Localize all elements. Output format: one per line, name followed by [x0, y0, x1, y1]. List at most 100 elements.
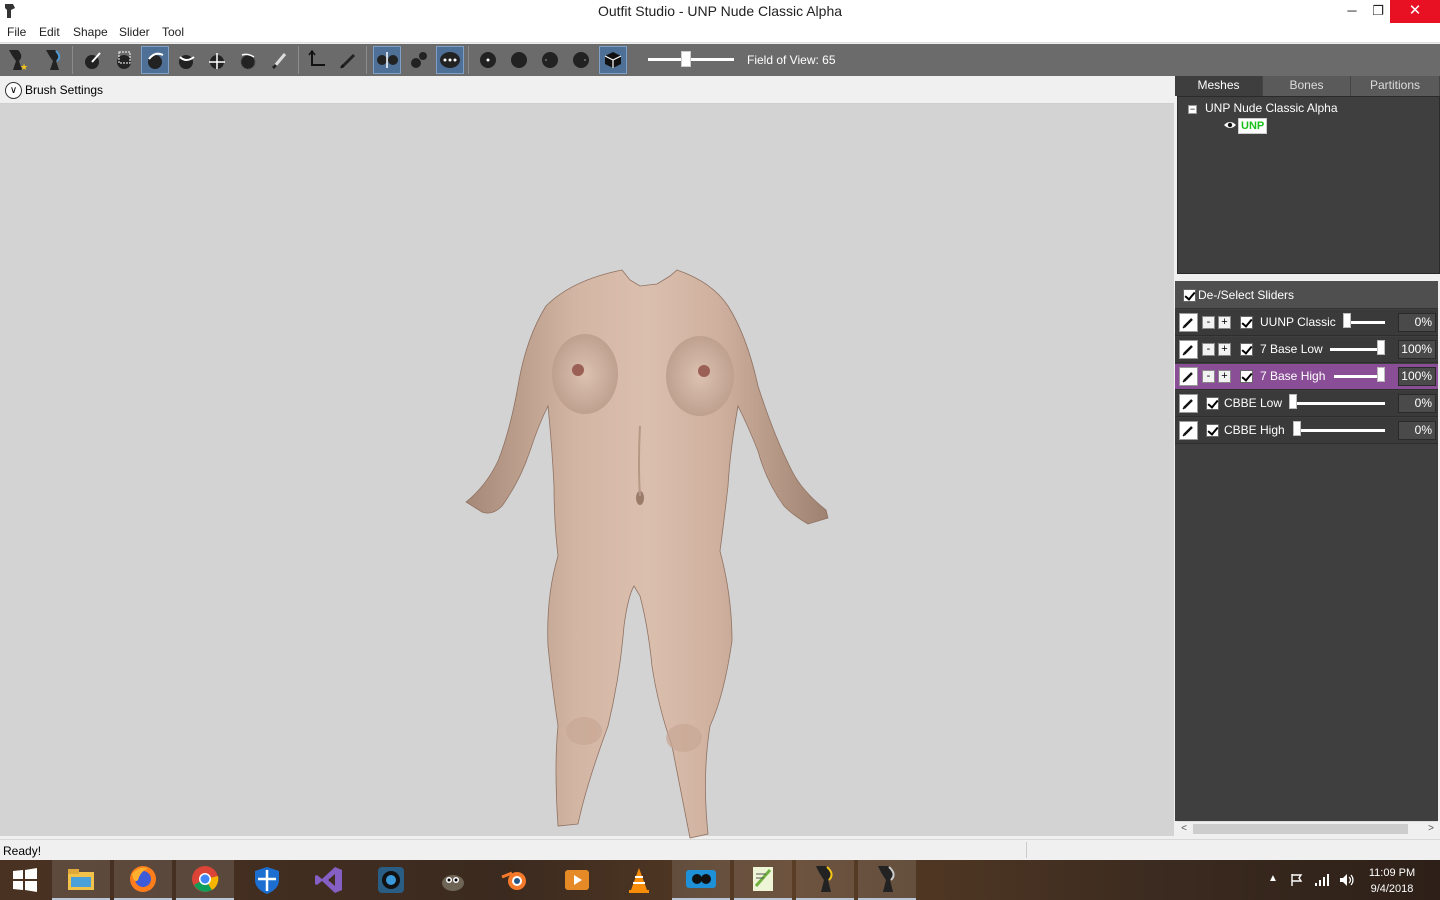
action-center-flag-icon[interactable] — [1290, 873, 1304, 887]
maximize-button[interactable]: ❐ — [1364, 0, 1392, 23]
slider-thumb[interactable] — [1377, 367, 1385, 382]
taskbar-gimp[interactable] — [424, 860, 482, 900]
tab-bones[interactable]: Bones — [1263, 76, 1351, 96]
menu-tool[interactable]: Tool — [162, 25, 184, 39]
slider-checkbox[interactable] — [1206, 397, 1219, 410]
3d-viewport[interactable]: ∨ Brush Settings — [0, 76, 1174, 839]
show-mask-button[interactable] — [599, 46, 627, 74]
x-mirror-button[interactable] — [373, 46, 401, 74]
slider-track[interactable] — [1289, 402, 1385, 405]
eye-icon[interactable] — [1223, 120, 1237, 130]
tab-partitions[interactable]: Partitions — [1351, 76, 1440, 96]
start-button[interactable] — [0, 860, 50, 900]
select-all-checkbox[interactable] — [1183, 289, 1196, 302]
slider-thumb[interactable] — [1293, 421, 1301, 436]
volume-icon[interactable] — [1339, 873, 1355, 887]
taskbar-firefox[interactable] — [114, 860, 172, 900]
taskbar-camera-app[interactable] — [362, 860, 420, 900]
taskbar-file-explorer[interactable] — [52, 860, 110, 900]
slider-checkbox[interactable] — [1240, 316, 1253, 329]
pivot-tool-button[interactable] — [334, 46, 362, 74]
smooth-brush-button[interactable] — [234, 46, 262, 74]
menu-edit[interactable]: Edit — [39, 25, 60, 39]
horizontal-scrollbar[interactable]: < > — [1177, 821, 1438, 835]
slider-value-field[interactable]: 100% — [1398, 340, 1436, 359]
close-button[interactable]: ✕ — [1390, 0, 1440, 23]
taskbar-visual-studio[interactable] — [300, 860, 358, 900]
connected-only-button[interactable] — [405, 46, 433, 74]
slider-row[interactable]: - +7 Base Low 100% — [1175, 337, 1438, 363]
network-icon[interactable] — [1314, 873, 1330, 887]
brush-settings-label[interactable]: Brush Settings — [25, 83, 103, 97]
taskbar-video-player[interactable] — [548, 860, 606, 900]
slider-decrement-button[interactable]: - — [1202, 370, 1215, 383]
slider-increment-button[interactable]: + — [1218, 343, 1231, 356]
show-wireframe-button[interactable] — [505, 46, 533, 74]
shield-icon — [255, 867, 279, 894]
tab-meshes[interactable]: Meshes — [1175, 76, 1263, 96]
edit-slider-button[interactable] — [1179, 421, 1198, 440]
transform-tool-button[interactable] — [303, 46, 331, 74]
edit-slider-button[interactable] — [1179, 394, 1198, 413]
menu-shape[interactable]: Shape — [73, 25, 108, 39]
menu-slider[interactable]: Slider — [119, 25, 150, 39]
slider-value-field[interactable]: 100% — [1398, 367, 1436, 386]
slider-track[interactable] — [1293, 429, 1385, 432]
slider-checkbox[interactable] — [1240, 343, 1253, 356]
slider-thumb[interactable] — [1377, 340, 1385, 355]
menu-file[interactable]: File — [7, 25, 26, 39]
move-brush-button[interactable] — [203, 46, 231, 74]
show-textures-button[interactable] — [567, 46, 595, 74]
new-project-button[interactable]: ★ — [3, 46, 31, 74]
slider-thumb[interactable] — [1343, 313, 1351, 328]
show-lighting-button[interactable] — [536, 46, 564, 74]
taskbar-defender[interactable] — [238, 860, 296, 900]
edit-slider-button[interactable] — [1179, 313, 1198, 332]
slider-value-field[interactable]: 0% — [1398, 394, 1436, 413]
taskbar-vlc[interactable] — [610, 860, 668, 900]
slider-checkbox[interactable] — [1240, 370, 1253, 383]
collapse-icon[interactable]: − — [1188, 105, 1197, 114]
select-tool-button[interactable] — [78, 46, 106, 74]
slider-increment-button[interactable]: + — [1218, 316, 1231, 329]
outfit-studio-icon — [46, 50, 61, 70]
slider-increment-button[interactable]: + — [1218, 370, 1231, 383]
slider-row[interactable]: CBBE High 0% — [1175, 418, 1438, 444]
scroll-right-icon[interactable]: > — [1424, 822, 1438, 836]
slider-row[interactable]: - +7 Base High 100% — [1175, 364, 1438, 390]
slider-thumb[interactable] — [1289, 394, 1297, 409]
taskbar-cloud-app[interactable] — [672, 860, 730, 900]
scroll-left-icon[interactable]: < — [1177, 822, 1191, 836]
brush-settings-toggle[interactable]: ∨ — [5, 82, 22, 99]
taskbar-outfit-studio-2[interactable] — [858, 860, 916, 900]
fov-slider-thumb[interactable] — [681, 51, 691, 67]
scroll-thumb[interactable] — [1193, 824, 1408, 834]
open-project-button[interactable] — [40, 46, 68, 74]
weight-brush-button[interactable] — [266, 46, 294, 74]
show-vertices-button[interactable] — [474, 46, 502, 74]
tree-root-label[interactable]: UNP Nude Classic Alpha — [1205, 101, 1338, 115]
slider-checkbox[interactable] — [1206, 424, 1219, 437]
slider-value-field[interactable]: 0% — [1398, 421, 1436, 440]
slider-row[interactable]: CBBE Low 0% — [1175, 391, 1438, 417]
taskbar-blender[interactable] — [486, 860, 544, 900]
taskbar-chrome[interactable] — [176, 860, 234, 900]
slider-value-field[interactable]: 0% — [1398, 313, 1436, 332]
mask-tool-button[interactable] — [110, 46, 138, 74]
body-mesh-model[interactable] — [462, 266, 842, 846]
fov-slider-track[interactable] — [648, 58, 734, 61]
mesh-item-unp[interactable]: UNP — [1238, 118, 1268, 134]
tray-chevron-up-icon[interactable]: ▲ — [1268, 873, 1278, 884]
global-brush-button[interactable] — [436, 46, 464, 74]
edit-slider-button[interactable] — [1179, 340, 1198, 359]
taskbar-outfit-studio-1[interactable] — [796, 860, 854, 900]
taskbar-clock[interactable]: 11:09 PM 9/4/2018 — [1362, 865, 1422, 897]
edit-slider-button[interactable] — [1179, 367, 1198, 386]
slider-decrement-button[interactable]: - — [1202, 343, 1215, 356]
inflate-brush-button[interactable] — [141, 46, 169, 74]
slider-decrement-button[interactable]: - — [1202, 316, 1215, 329]
deflate-brush-button[interactable] — [172, 46, 200, 74]
slider-row[interactable]: - + UUNP Classic 0% — [1175, 310, 1438, 336]
minimize-button[interactable]: ─ — [1338, 0, 1366, 23]
taskbar-notepad-plus[interactable] — [734, 860, 792, 900]
